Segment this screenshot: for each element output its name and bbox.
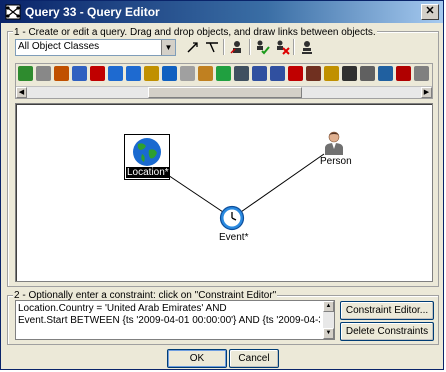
globe-icon	[133, 138, 161, 166]
object-palette: ◀ ▶	[15, 63, 433, 99]
section1-legend: 1 - Create or edit a query. Drag and dro…	[13, 27, 377, 38]
add-link-icon[interactable]	[185, 39, 201, 55]
link-person-event	[237, 153, 325, 215]
query-graph-canvas[interactable]: Location* Person Event*	[15, 103, 433, 282]
phonebook-icon[interactable]	[378, 66, 393, 81]
graph-links	[143, 153, 325, 215]
query-app-icon	[5, 4, 21, 20]
constraint-editor-button[interactable]: Constraint Editor...	[340, 301, 434, 320]
scroll-up-icon[interactable]: ▲	[323, 301, 334, 312]
scroll-left-icon[interactable]: ◀	[16, 87, 27, 98]
officer-icon[interactable]	[234, 66, 249, 81]
node-location-label: Location*	[126, 167, 170, 178]
toolbar-separator	[249, 39, 251, 55]
constraint-scrollbar[interactable]: ▲ ▼	[323, 301, 334, 339]
chevron-down-icon[interactable]: ▼	[161, 40, 175, 55]
globe-icon[interactable]	[162, 66, 177, 81]
object-class-filter-select[interactable]: All Object Classes ▼	[15, 39, 176, 56]
find-object-icon[interactable]	[229, 39, 245, 55]
prison-icon[interactable]	[342, 66, 357, 81]
remove-link-icon[interactable]	[204, 39, 220, 55]
title-bar[interactable]: Query 33 - Query Editor ✕	[1, 1, 443, 23]
palette-scrollbar[interactable]: ◀ ▶	[16, 86, 432, 98]
card-icon[interactable]	[414, 66, 429, 81]
toolbar-separator	[223, 39, 225, 55]
email-icon[interactable]	[72, 66, 87, 81]
window-title: Query 33 - Query Editor	[25, 5, 160, 19]
leaf-icon[interactable]	[18, 66, 33, 81]
scroll-right-icon[interactable]: ▶	[421, 87, 432, 98]
card-icon[interactable]	[180, 66, 195, 81]
book-icon[interactable]	[288, 66, 303, 81]
phone-icon[interactable]	[90, 66, 105, 81]
person-icon[interactable]	[322, 130, 346, 156]
database-icon[interactable]	[324, 66, 339, 81]
constraint-line-2: Event.Start BETWEEN {ts '2009-04-01 00:0…	[18, 315, 320, 326]
delete-query-icon[interactable]	[274, 39, 290, 55]
scroll-thumb[interactable]	[148, 87, 302, 98]
tools-icon[interactable]	[198, 66, 213, 81]
constraint-line-1: Location.Country = 'United Arab Emirates…	[18, 303, 227, 314]
id-badge-icon[interactable]	[360, 66, 375, 81]
object-class-filter-value: All Object Classes	[18, 41, 100, 52]
document-icon[interactable]	[252, 66, 267, 81]
node-person-label: Person	[320, 156, 352, 167]
at-sign-icon[interactable]	[36, 66, 51, 81]
node-event-label: Event*	[219, 232, 249, 243]
query-editor-window: Query 33 - Query Editor ✕ 1 - Create or …	[0, 0, 444, 370]
certificate-icon[interactable]	[396, 66, 411, 81]
scroll-down-icon[interactable]: ▼	[323, 328, 334, 339]
time-icon[interactable]	[126, 66, 141, 81]
pen-icon[interactable]	[144, 66, 159, 81]
properties-icon[interactable]	[299, 39, 315, 55]
clock-icon[interactable]	[219, 205, 245, 231]
ok-label: OK	[189, 353, 205, 364]
constraint-text-field[interactable]: Location.Country = 'United Arab Emirates…	[15, 300, 335, 340]
delete-constraints-label: Delete Constraints	[345, 326, 429, 337]
cancel-button[interactable]: Cancel	[229, 349, 279, 368]
close-button[interactable]: ✕	[421, 4, 439, 20]
constraint-text: Location.Country = 'United Arab Emirates…	[18, 303, 320, 327]
node-location[interactable]: Location*	[124, 134, 170, 180]
cancel-label: Cancel	[238, 353, 270, 364]
ok-button[interactable]: OK	[167, 349, 227, 368]
person-icon[interactable]	[54, 66, 69, 81]
delete-constraints-button[interactable]: Delete Constraints	[340, 322, 434, 341]
clock-icon[interactable]	[108, 66, 123, 81]
constraint-editor-label: Constraint Editor...	[345, 305, 429, 316]
id-card-icon[interactable]	[270, 66, 285, 81]
passport-icon[interactable]	[306, 66, 321, 81]
map-icon[interactable]	[216, 66, 231, 81]
check-query-icon[interactable]	[254, 39, 270, 55]
toolbar-separator	[293, 39, 295, 55]
